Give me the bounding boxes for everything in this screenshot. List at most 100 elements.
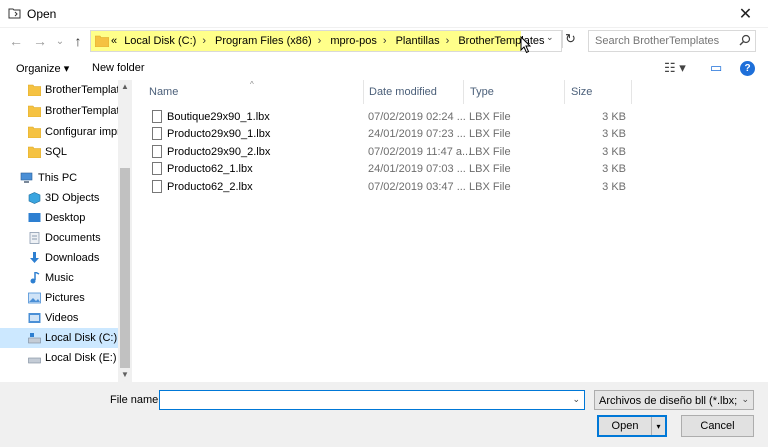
file-icon (152, 127, 162, 140)
open-split-dropdown[interactable]: ▾ (651, 417, 665, 435)
file-type-filter[interactable]: Archivos de diseño bll (*.lbx; *.l ⌄ (594, 390, 754, 410)
file-icon (152, 145, 162, 158)
column-header-date[interactable]: Date modified (363, 80, 464, 104)
column-header-size[interactable]: Size (565, 80, 632, 104)
sidebar-item-pictures[interactable]: Pictures (0, 288, 118, 308)
file-row[interactable]: Producto62_2.lbx 07/02/2019 03:47 ... LB… (148, 178, 628, 196)
sidebar-item-label: BrotherTemplate (45, 84, 118, 96)
sidebar-item-label: Desktop (45, 212, 86, 224)
download-icon (30, 252, 39, 263)
breadcrumb-plantillas[interactable]: Plantillas (396, 35, 440, 47)
breadcrumb-separator[interactable]: › (202, 35, 206, 47)
change-view-button[interactable]: ☷ ▾ (664, 60, 686, 76)
file-icon (152, 162, 162, 175)
sidebar-item-3d-objects[interactable]: 3D Objects (0, 188, 118, 208)
close-button[interactable]: ✕ (723, 0, 768, 28)
file-row[interactable]: Boutique29x90_1.lbx 07/02/2019 02:24 ...… (148, 108, 628, 126)
music-icon (30, 272, 40, 284)
sidebar-item-label: Configurar impr (45, 126, 118, 138)
sidebar-item-desktop[interactable]: Desktop (0, 208, 118, 228)
file-type: LBX File (469, 163, 511, 175)
folder-icon (28, 126, 41, 138)
file-size: 3 KB (602, 128, 626, 140)
picture-icon (28, 292, 41, 304)
sidebar-item-label: Music (45, 272, 74, 284)
chevron-down-icon[interactable]: ⌄ (741, 394, 749, 405)
scrollbar-thumb[interactable] (120, 168, 130, 368)
organize-menu[interactable]: Organize ▾ (16, 62, 69, 75)
open-button[interactable]: Open ▾ (597, 415, 667, 437)
cancel-button[interactable]: Cancel (681, 415, 754, 437)
file-type: LBX File (469, 146, 511, 158)
sidebar-item-videos[interactable]: Videos (0, 308, 118, 328)
file-date: 07/02/2019 02:24 ... (368, 111, 466, 123)
sidebar-item-sql[interactable]: SQL (0, 142, 118, 162)
sidebar-item-label: Documents (45, 232, 101, 244)
navigation-pane: BrotherTemplate BrotherTemplate Configur… (0, 80, 132, 382)
title-bar: Open ✕ (0, 0, 768, 28)
breadcrumb-separator[interactable]: › (383, 35, 387, 47)
breadcrumb-overflow[interactable]: « (111, 35, 117, 47)
file-date: 24/01/2019 07:03 ... (368, 163, 466, 175)
file-icon (152, 180, 162, 193)
sidebar-item-label: Local Disk (E:) (45, 352, 117, 364)
forward-button[interactable]: → (30, 32, 50, 50)
sidebar-item-label: SQL (45, 146, 68, 158)
breadcrumb-local-disk-c[interactable]: Local Disk (C:) (124, 35, 196, 47)
scroll-up-button[interactable]: ▲ (121, 82, 129, 91)
breadcrumb-separator[interactable]: › (446, 35, 450, 47)
sidebar-item-downloads[interactable]: Downloads (0, 248, 118, 268)
file-row[interactable]: Producto29x90_2.lbx 07/02/2019 11:47 a..… (148, 143, 628, 161)
folder-icon (95, 35, 109, 47)
command-bar: Organize ▾ New folder ☷ ▾ ▭ (0, 56, 768, 80)
sidebar-item-label: 3D Objects (45, 192, 100, 204)
file-date: 07/02/2019 11:47 a... (368, 146, 472, 158)
folder-icon (28, 105, 41, 117)
file-row[interactable]: Producto29x90_1.lbx 24/01/2019 07:23 ...… (148, 125, 628, 143)
preview-pane-button[interactable]: ▭ (710, 60, 722, 76)
computer-icon (20, 172, 33, 183)
file-name-combobox[interactable]: ⌄ (159, 390, 585, 410)
sidebar-item-label: This PC (38, 172, 78, 184)
folder-icon (28, 146, 41, 158)
file-type-filter-value: Archivos de diseño bll (*.lbx; *.l (599, 395, 739, 407)
address-bar[interactable]: « Local Disk (C:) › Program Files (x86) › … (90, 30, 562, 52)
breadcrumb-separator[interactable]: › (318, 35, 322, 47)
sidebar-item-local-disk-e[interactable]: Local Disk (E:) (0, 348, 118, 368)
file-type: LBX File (469, 181, 511, 193)
sidebar-item-local-disk-c[interactable]: Local Disk (C:) (0, 328, 118, 348)
file-row[interactable]: Producto62_1.lbx 24/01/2019 07:03 ... LB… (148, 160, 628, 178)
sidebar-scrollbar[interactable]: ▲ ▼ (118, 80, 132, 382)
drive-icon (28, 333, 41, 344)
sidebar-item-brothertemplate-2[interactable]: BrotherTemplate (0, 101, 118, 121)
new-folder-button[interactable]: New folder (92, 62, 145, 74)
file-name: Boutique29x90_1.lbx (167, 111, 270, 123)
back-button[interactable]: ← (6, 32, 26, 50)
refresh-button[interactable]: ↻ (562, 30, 578, 48)
file-icon (152, 110, 162, 123)
breadcrumb: « Local Disk (C:) › Program Files (x86) › … (111, 35, 549, 47)
chevron-down-icon[interactable]: ⌄ (572, 394, 580, 405)
file-name-input[interactable] (160, 391, 560, 409)
search-input[interactable] (589, 31, 729, 51)
sidebar-item-configurar[interactable]: Configurar impr (0, 122, 118, 142)
sidebar-item-this-pc[interactable]: This PC (0, 168, 118, 188)
address-dropdown-button[interactable]: ⌄ (546, 32, 554, 43)
file-size: 3 KB (602, 111, 626, 123)
breadcrumb-program-files[interactable]: Program Files (x86) (215, 35, 312, 47)
help-button[interactable]: ? (740, 61, 755, 76)
sidebar-item-documents[interactable]: Documents (0, 228, 118, 248)
recent-locations-button[interactable]: ⌄ (50, 32, 70, 50)
scroll-down-button[interactable]: ▼ (121, 370, 129, 379)
file-size: 3 KB (602, 163, 626, 175)
column-header-type[interactable]: Type (464, 80, 565, 104)
file-size: 3 KB (602, 181, 626, 193)
up-button[interactable]: ↑ (68, 32, 88, 50)
breadcrumb-mpro-pos[interactable]: mpro-pos (330, 35, 376, 47)
open-folder-icon (8, 8, 21, 19)
sidebar-item-brothertemplate-1[interactable]: BrotherTemplate (0, 80, 118, 100)
drive-icon (28, 357, 41, 364)
sidebar-item-music[interactable]: Music (0, 268, 118, 288)
column-header-name[interactable]: Name (143, 80, 364, 104)
search-box[interactable] (588, 30, 756, 52)
